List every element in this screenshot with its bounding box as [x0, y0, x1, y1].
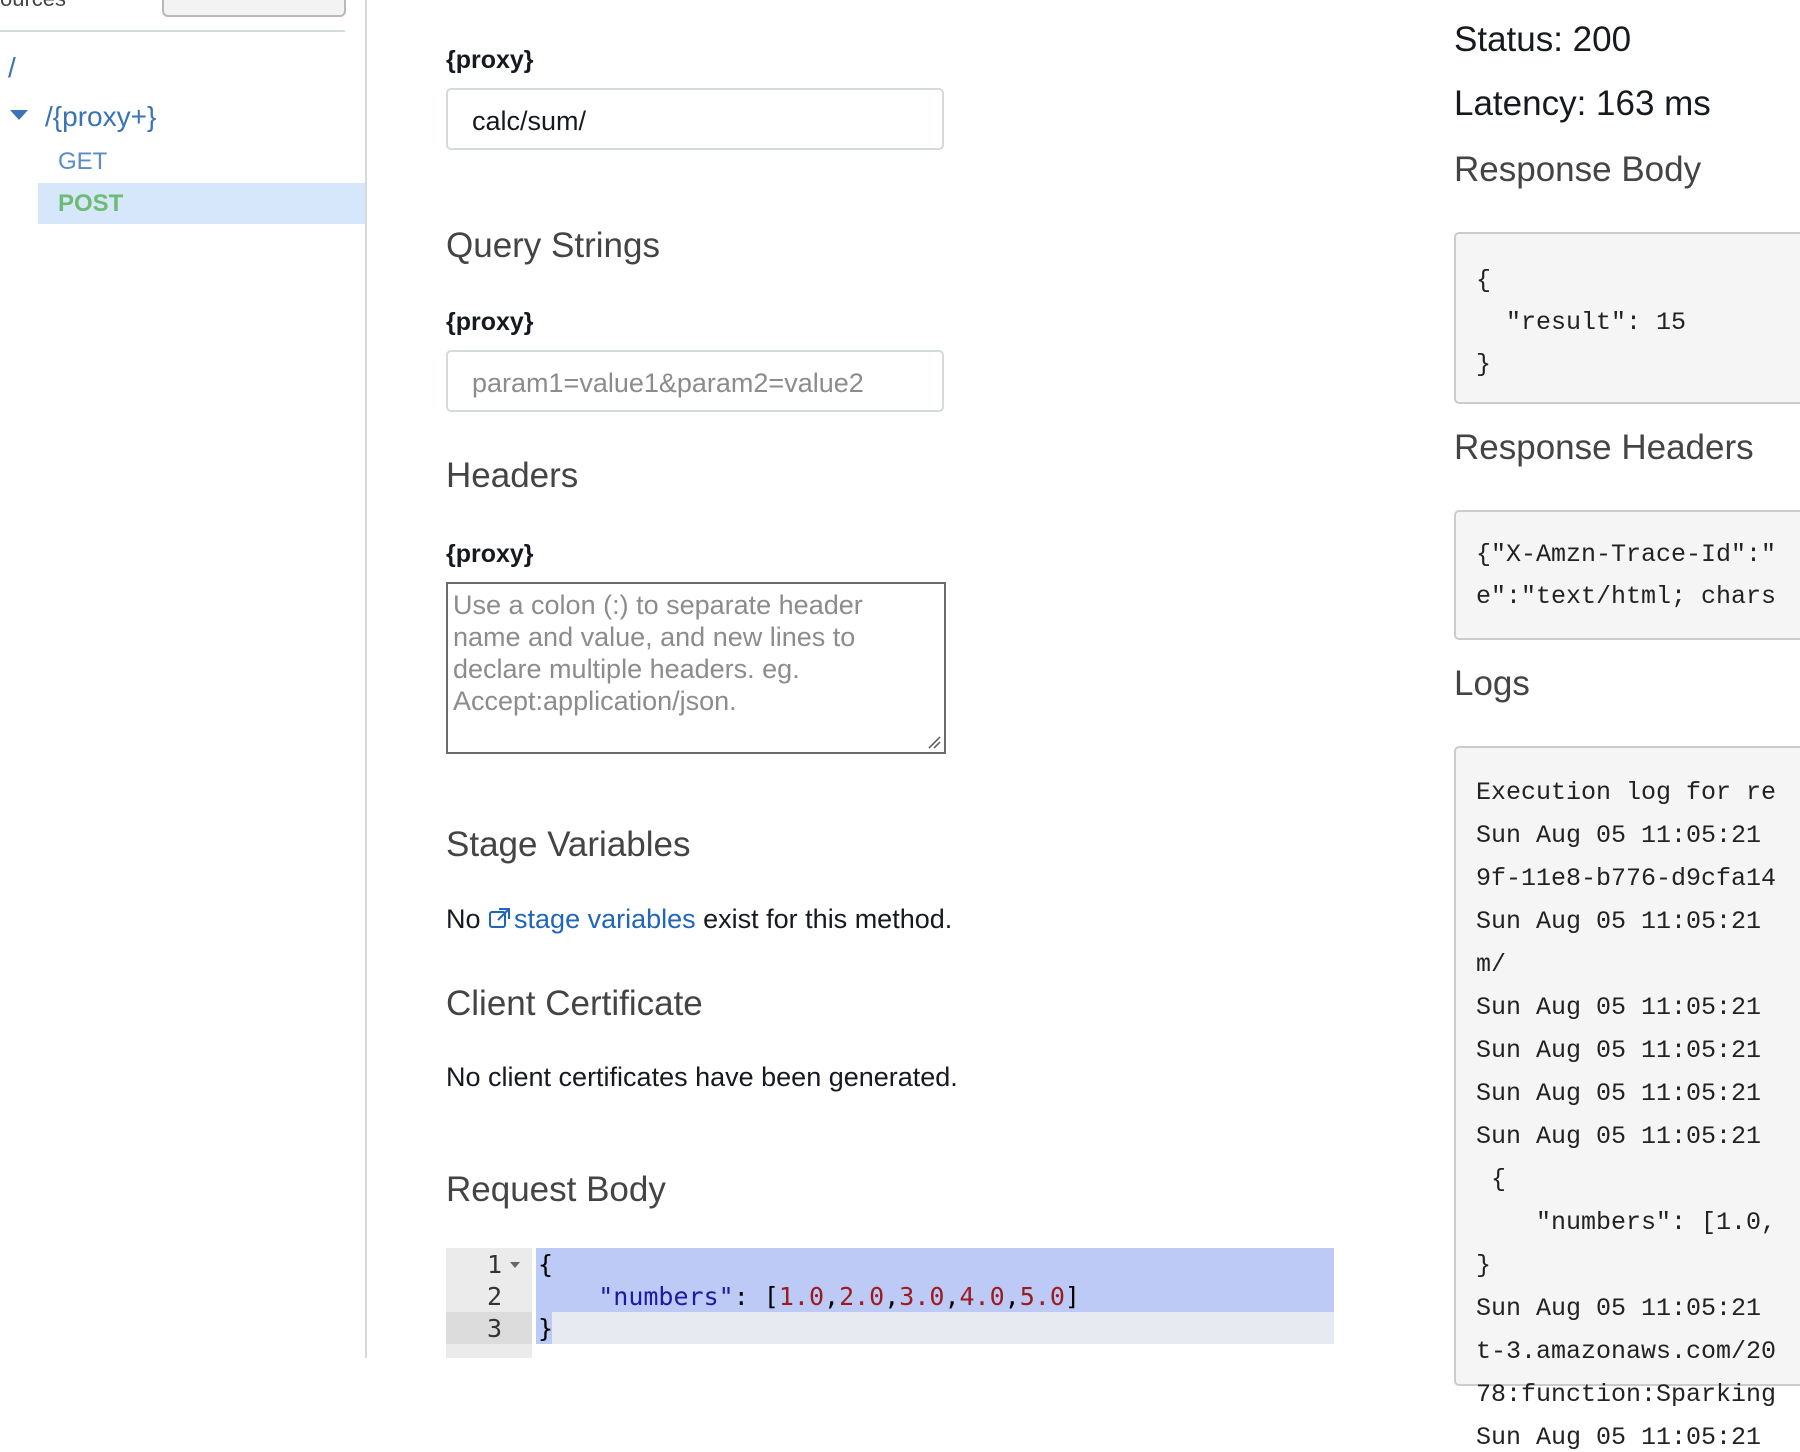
path-param-label: {proxy}	[446, 46, 534, 74]
line-number: 1	[486, 1250, 502, 1279]
log-line: Sun Aug 05 11:05:21	[1476, 1294, 1777, 1323]
path-param-value: calc/sum/	[472, 106, 587, 136]
log-line: }	[1476, 1251, 1492, 1280]
logs-heading: Logs	[1454, 664, 1530, 703]
json-number: 4.0	[959, 1282, 1005, 1311]
headers-heading: Headers	[446, 456, 579, 495]
headers-param-label: {proxy}	[446, 540, 534, 568]
code-line-1: {	[538, 1250, 554, 1279]
request-body-heading: Request Body	[446, 1170, 666, 1209]
response-header-line: {"X-Amzn-Trace-Id":"	[1476, 540, 1777, 569]
stage-variables-link-label: stage variables	[514, 904, 696, 934]
line-number: 2	[486, 1282, 502, 1311]
log-line: Sun Aug 05 11:05:21	[1476, 1036, 1777, 1065]
log-line: 78:function:Sparking	[1476, 1380, 1777, 1409]
external-link-icon	[489, 908, 511, 928]
log-line: "numbers": [1.0,	[1476, 1208, 1777, 1237]
response-panel: Status: 200 Latency: 163 ms Response Bod…	[1440, 0, 1800, 1452]
json-number: 2.0	[839, 1282, 885, 1311]
query-strings-heading: Query Strings	[446, 226, 660, 265]
fold-arrow-icon[interactable]	[510, 1262, 520, 1268]
response-headers-box: {"X-Amzn-Trace-Id":" e":"text/html; char…	[1454, 510, 1800, 640]
log-line: m/	[1476, 950, 1507, 979]
query-param-label: {proxy}	[446, 308, 534, 336]
log-line: Sun Aug 05 11:05:21	[1476, 907, 1777, 936]
response-body-box: { "result": 15 }	[1454, 232, 1800, 404]
request-body-editor[interactable]: 1 2 3 { "numbers": [1.0,2.0,3.0,4.0,5.0]…	[446, 1248, 1334, 1358]
stage-text-before: No	[446, 904, 489, 934]
code-line-2: "numbers": [1.0,2.0,3.0,4.0,5.0]	[598, 1282, 1080, 1311]
headers-textarea[interactable]: Use a colon (:) to separate header name …	[446, 582, 946, 754]
json-number: 3.0	[899, 1282, 945, 1311]
log-line: Sun Aug 05 11:05:21	[1476, 1122, 1777, 1151]
response-body-line: {	[1476, 266, 1492, 295]
response-body-line: "result": 15	[1476, 308, 1687, 337]
stage-text-after: exist for this method.	[695, 904, 953, 934]
editor-active-line	[536, 1312, 1334, 1344]
line-number: 3	[486, 1314, 502, 1343]
log-line: {	[1476, 1165, 1507, 1194]
stage-variables-heading: Stage Variables	[446, 825, 691, 864]
log-line: Execution log for re	[1476, 778, 1777, 807]
response-headers-heading: Response Headers	[1454, 428, 1754, 467]
response-body-heading: Response Body	[1454, 150, 1702, 189]
json-close: ]	[1064, 1282, 1080, 1311]
stage-variables-link[interactable]: stage variables	[488, 904, 696, 934]
log-line: Sun Aug 05 11:05:21	[1476, 821, 1777, 850]
response-status: Status: 200	[1454, 20, 1632, 59]
client-certificate-heading: Client Certificate	[446, 984, 703, 1023]
resize-grip-icon[interactable]	[927, 735, 941, 749]
client-certificate-text: No client certificates have been generat…	[446, 1062, 958, 1092]
logs-box: Execution log for re Sun Aug 05 11:05:21…	[1454, 746, 1800, 1452]
path-param-input[interactable]: calc/sum/	[446, 88, 944, 150]
json-key: "numbers"	[598, 1282, 734, 1311]
query-string-placeholder: param1=value1&param2=value2	[472, 368, 864, 398]
log-line: Sun Aug 05 11:05:21	[1476, 1079, 1777, 1108]
headers-placeholder: Use a colon (:) to separate header name …	[453, 590, 863, 716]
log-line: Sun Aug 05 11:05:21	[1476, 993, 1777, 1022]
json-number: 1.0	[778, 1282, 824, 1311]
query-string-input[interactable]: param1=value1&param2=value2	[446, 350, 944, 412]
log-line: 9f-11e8-b776-d9cfa14	[1476, 864, 1777, 893]
log-line: Sun Aug 05 11:05:21	[1476, 1423, 1777, 1452]
response-body-line: }	[1476, 350, 1492, 379]
response-latency: Latency: 163 ms	[1454, 84, 1711, 123]
response-header-line: e":"text/html; chars	[1476, 582, 1777, 611]
log-line: t-3.amazonaws.com/20	[1476, 1337, 1777, 1366]
json-sep: : [	[733, 1282, 779, 1311]
stage-variables-text: No stage variables exist for this method…	[446, 904, 952, 935]
code-line-3: }	[538, 1314, 554, 1343]
json-number: 5.0	[1019, 1282, 1065, 1311]
